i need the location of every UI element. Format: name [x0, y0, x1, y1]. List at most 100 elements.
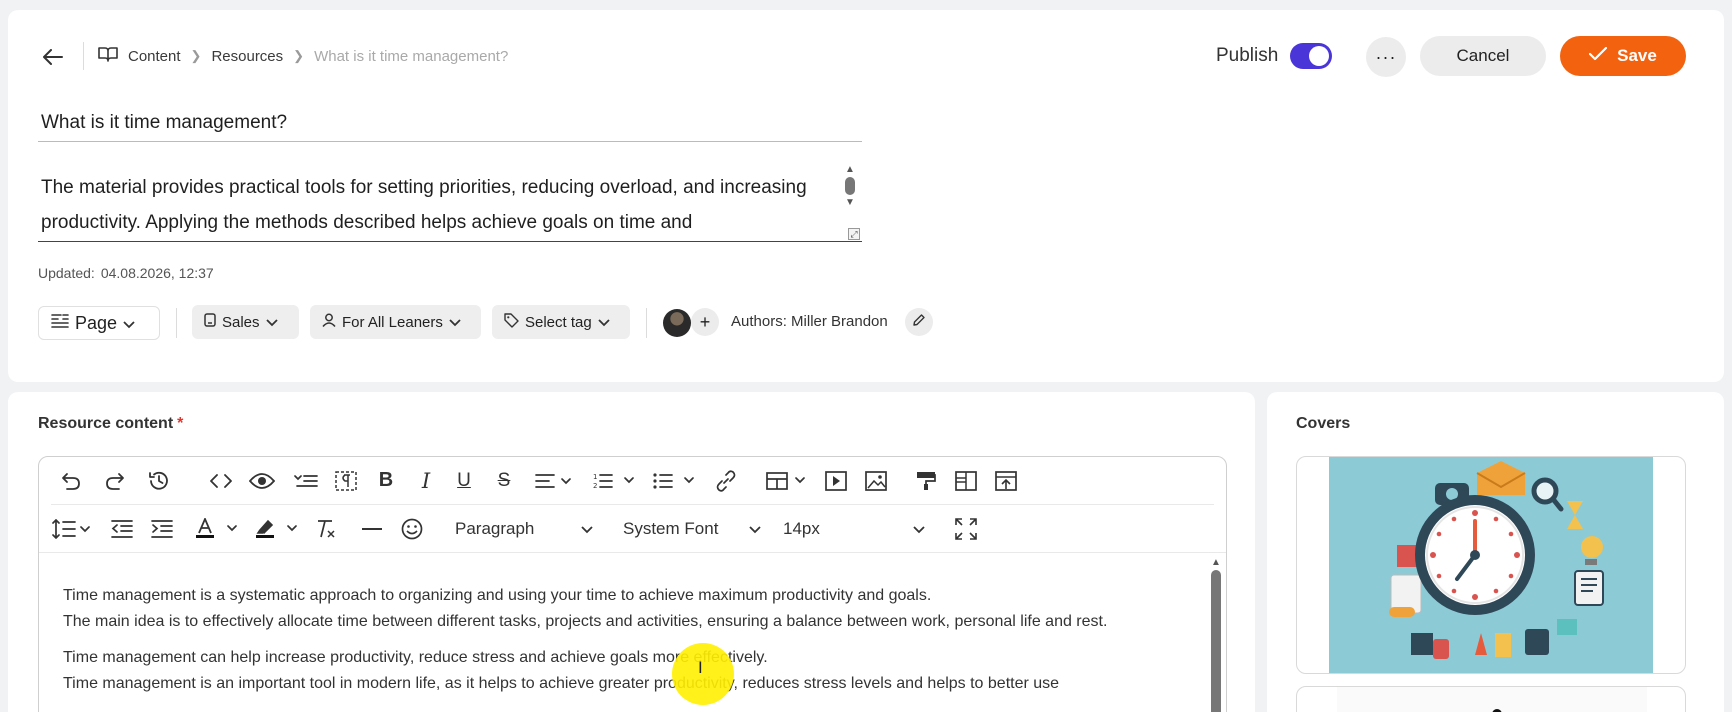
highlight-color-dropdown[interactable]: [253, 512, 303, 546]
breadcrumb-resources[interactable]: Resources: [211, 48, 283, 65]
chevron-down-icon: [913, 519, 925, 539]
page-layout-icon: [51, 313, 69, 334]
publish-label: Publish: [1216, 45, 1279, 66]
pencil-icon: [912, 313, 926, 332]
preview-eye-icon[interactable]: [245, 464, 279, 498]
editor-toolbar-row-2: Paragraph System Font 14px: [39, 505, 1226, 553]
cover-image-card[interactable]: [1296, 456, 1686, 674]
cover-image-card[interactable]: [1296, 686, 1686, 712]
back-arrow-icon[interactable]: [40, 44, 66, 70]
code-view-icon[interactable]: [205, 464, 237, 498]
underline-icon[interactable]: U: [449, 464, 479, 498]
editor-toolbar-row-1: B I U S 12: [51, 457, 1214, 505]
clear-formatting-icon[interactable]: [311, 512, 341, 546]
meta-divider: [646, 308, 647, 338]
covers-heading: Covers: [1296, 415, 1351, 432]
font-size-value: 14px: [783, 518, 820, 538]
toggle-knob: [1309, 46, 1329, 66]
scroll-up-icon: ▲: [1211, 557, 1221, 568]
resource-content-heading: Resource content *: [38, 415, 183, 433]
category-label: Sales: [222, 313, 260, 331]
editor-scrollbar[interactable]: ▲: [1210, 557, 1222, 712]
editor-content[interactable]: Time management is a systematic approach…: [39, 557, 1209, 712]
undo-icon[interactable]: [55, 464, 87, 498]
scroll-thumb[interactable]: [1211, 570, 1221, 712]
template-layout-icon[interactable]: [951, 464, 981, 498]
description-scrollbar[interactable]: ▲ ▼: [842, 164, 858, 224]
text-color-dropdown[interactable]: [193, 512, 243, 546]
font-size-select[interactable]: 14px: [779, 512, 929, 546]
bold-icon[interactable]: B: [371, 464, 401, 498]
tag-label: Select tag: [525, 313, 592, 331]
svg-text:1: 1: [593, 473, 597, 481]
show-blocks-icon[interactable]: [331, 464, 361, 498]
book-icon: [98, 46, 118, 66]
image-icon[interactable]: [861, 464, 891, 498]
breadcrumb-content[interactable]: Content: [128, 48, 181, 65]
title-input[interactable]: [38, 104, 862, 142]
cancel-button[interactable]: Cancel: [1420, 36, 1546, 76]
audience-label: For All Leaners: [342, 313, 443, 331]
block-format-select[interactable]: Paragraph: [451, 512, 597, 546]
save-button[interactable]: Save: [1560, 36, 1686, 76]
font-family-value: System Font: [623, 518, 719, 538]
block-quote-icon[interactable]: [291, 464, 321, 498]
outdent-icon[interactable]: [107, 512, 137, 546]
audience-select[interactable]: For All Leaners: [310, 305, 481, 339]
strikethrough-icon[interactable]: S: [489, 464, 519, 498]
meta-divider: [176, 308, 177, 338]
font-family-select[interactable]: System Font: [619, 512, 765, 546]
chevron-down-icon: [449, 314, 461, 331]
description-textarea[interactable]: The material provides practical tools fo…: [38, 164, 862, 242]
resize-handle-icon[interactable]: ⤢: [848, 228, 860, 240]
chevron-down-icon: [123, 313, 135, 334]
tablet-icon: [204, 313, 216, 331]
link-icon[interactable]: [711, 464, 741, 498]
chevron-right-icon: ❯: [293, 48, 305, 63]
horizontal-line-icon[interactable]: [357, 512, 387, 546]
chevron-down-icon: [581, 519, 593, 539]
table-dropdown[interactable]: [765, 464, 811, 498]
history-icon[interactable]: [143, 464, 175, 498]
text-cursor-icon: I: [698, 658, 703, 677]
author-avatar[interactable]: [663, 309, 691, 337]
cover-image: [1337, 687, 1647, 712]
numbered-list-dropdown[interactable]: 12: [591, 464, 639, 498]
chevron-down-icon: [265, 314, 278, 331]
edit-authors-button[interactable]: [905, 308, 933, 336]
add-author-button[interactable]: +: [691, 308, 719, 336]
content-paragraph: Time management can help increase produc…: [63, 649, 1060, 692]
resource-content-label: Resource content: [38, 415, 174, 432]
scroll-thumb[interactable]: [845, 177, 855, 195]
redo-icon[interactable]: [99, 464, 131, 498]
breadcrumb: Content ❯ Resources ❯ What is it time ma…: [98, 46, 508, 66]
content-paragraph: Time management is a systematic approach…: [63, 587, 1108, 630]
updated-label: Updated:: [38, 265, 95, 281]
page-type-select[interactable]: Page: [38, 306, 160, 340]
bullet-list-dropdown[interactable]: [651, 464, 699, 498]
fullscreen-icon[interactable]: [951, 512, 981, 546]
scroll-down-icon: ▼: [845, 197, 855, 208]
page-type-label: Page: [75, 312, 118, 333]
svg-text:2: 2: [593, 482, 597, 490]
user-icon: [322, 313, 336, 331]
category-select[interactable]: Sales: [192, 305, 299, 339]
publish-toggle[interactable]: [1290, 43, 1332, 69]
align-dropdown[interactable]: [531, 464, 579, 498]
indent-icon[interactable]: [147, 512, 177, 546]
media-video-icon[interactable]: [821, 464, 851, 498]
format-painter-icon[interactable]: [911, 464, 941, 498]
scroll-up-icon: ▲: [845, 164, 855, 175]
cover-image: [1329, 457, 1653, 673]
line-height-dropdown[interactable]: [51, 512, 95, 546]
upload-export-icon[interactable]: [991, 464, 1021, 498]
required-mark: *: [177, 415, 184, 432]
chevron-right-icon: ❯: [190, 48, 202, 63]
rich-text-editor: B I U S 12 Paragraph System Font 14px Ti…: [38, 456, 1227, 712]
italic-icon[interactable]: I: [411, 464, 441, 498]
more-options-button[interactable]: ···: [1366, 37, 1406, 77]
tag-icon: [504, 312, 519, 332]
emoji-icon[interactable]: [397, 512, 427, 546]
header-divider: [83, 42, 84, 70]
tag-select[interactable]: Select tag: [492, 305, 630, 339]
